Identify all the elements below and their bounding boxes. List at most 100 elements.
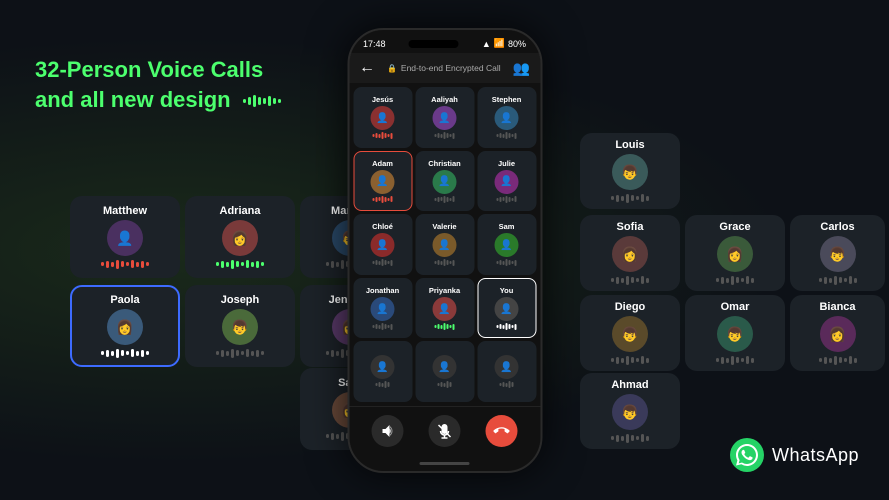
phone-card-more3: 👤 xyxy=(477,341,536,402)
phone-card-priyanka: Priyanka 👤 xyxy=(415,278,474,339)
card-grace: Grace 👩 xyxy=(685,215,785,291)
avatar-matthew: 👤 xyxy=(107,220,143,256)
phone-avatar-chloe: 👤 xyxy=(371,233,395,257)
card-paola: Paola 👩 xyxy=(70,285,180,367)
phone-wave-jonathan xyxy=(373,323,393,330)
card-adriana: Adriana 👩 xyxy=(185,196,295,278)
phone-card-chloe: Chloé 👤 xyxy=(353,214,412,275)
waveform-decoration-icon xyxy=(243,86,281,116)
card-joseph: Joseph 👦 xyxy=(185,285,295,367)
home-bar xyxy=(420,462,470,465)
phone-avatar-priyanka: 👤 xyxy=(433,297,457,321)
avatar-omar: 👦 xyxy=(717,316,753,352)
phone-avatar-jesus: 👤 xyxy=(371,106,395,130)
avatar-sofia: 👩 xyxy=(612,236,648,272)
card-omar: Omar 👦 xyxy=(685,295,785,371)
wave-omar xyxy=(710,355,760,365)
phone-card-jonathan: Jonathan 👤 xyxy=(353,278,412,339)
phone-avatar-julie: 👤 xyxy=(495,170,519,194)
phone-wave-priyanka xyxy=(435,323,455,330)
wave-ahmad xyxy=(605,433,655,443)
phone-notch xyxy=(409,40,459,48)
phone-avatar-more1: 👤 xyxy=(371,355,395,379)
card-carlos: Carlos 👦 xyxy=(790,215,885,291)
wave-adriana xyxy=(215,259,265,269)
avatar-diego: 👦 xyxy=(612,316,648,352)
phone-avatar-adam: 👤 xyxy=(371,170,395,194)
phone-status-icons: ▲ 📶 80% xyxy=(482,38,526,49)
phone-card-jesus: Jesús 👤 xyxy=(353,87,412,148)
phone-wave-more3 xyxy=(500,381,514,388)
card-matthew: Matthew 👤 xyxy=(70,196,180,278)
phone-wave-you xyxy=(497,323,517,330)
phone-card-you: You 👤 xyxy=(477,278,536,339)
phone-wave-adam xyxy=(373,196,393,203)
phone-card-stephen: Stephen 👤 xyxy=(477,87,536,148)
wave-diego xyxy=(605,355,655,365)
avatar-paola: 👩 xyxy=(107,309,143,345)
phone-avatar-you: 👤 xyxy=(495,297,519,321)
avatar-bianca: 👩 xyxy=(820,316,856,352)
avatar-joseph: 👦 xyxy=(222,309,258,345)
encrypted-label: 🔒 End-to-end Encrypted Call xyxy=(387,63,501,73)
wave-matthew xyxy=(100,259,150,269)
phone-card-sam: Sam 👤 xyxy=(477,214,536,275)
phone-avatar-more3: 👤 xyxy=(495,355,519,379)
phone-card-valerie: Valerie 👤 xyxy=(415,214,474,275)
phone-wave-sam xyxy=(497,259,517,266)
call-header: ← 🔒 End-to-end Encrypted Call 👥 xyxy=(349,53,540,83)
phone-wave-aaliyah xyxy=(435,132,455,139)
end-call-button[interactable] xyxy=(486,415,518,447)
card-ahmad: Ahmad 👦 xyxy=(580,373,680,449)
phone-wave-valerie xyxy=(435,259,455,266)
phone-time: 17:48 xyxy=(363,39,386,49)
phone-wave-chloe xyxy=(373,259,393,266)
avatar-grace: 👩 xyxy=(717,236,753,272)
avatar-ahmad: 👦 xyxy=(612,394,648,430)
speaker-button[interactable] xyxy=(372,415,404,447)
call-controls xyxy=(349,406,540,455)
headline-text: 32-Person Voice Calls and all new design xyxy=(35,55,281,116)
participants-icon[interactable]: 👥 xyxy=(513,60,530,77)
wave-grace xyxy=(710,275,760,285)
mute-button[interactable] xyxy=(429,415,461,447)
phone-card-julie: Julie 👤 xyxy=(477,151,536,212)
phone-wave-stephen xyxy=(497,132,517,139)
whatsapp-label: WhatsApp xyxy=(772,445,859,466)
phone-avatar-jonathan: 👤 xyxy=(371,297,395,321)
phone-mockup: 17:48 ▲ 📶 80% ← 🔒 End-to-end Encrypted C… xyxy=(347,28,542,473)
whatsapp-logo xyxy=(730,438,764,472)
wave-bianca xyxy=(813,355,863,365)
phone-participants-grid: Jesús 👤 Aaliyah 👤 Stephen 👤 Adam 👤 xyxy=(349,83,540,406)
phone-avatar-stephen: 👤 xyxy=(495,106,519,130)
signal-icon: ▲ xyxy=(482,39,491,49)
battery-icon: 80% xyxy=(508,39,526,49)
home-indicator xyxy=(349,455,540,471)
phone-wave-christian xyxy=(435,196,455,203)
back-button[interactable]: ← xyxy=(359,59,375,77)
phone-wave-more1 xyxy=(376,381,390,388)
phone-avatar-valerie: 👤 xyxy=(433,233,457,257)
wave-joseph xyxy=(215,348,265,358)
phone-wave-julie xyxy=(497,196,517,203)
wave-sofia xyxy=(605,275,655,285)
phone-status-bar: 17:48 ▲ 📶 80% xyxy=(349,30,540,53)
phone-avatar-aaliyah: 👤 xyxy=(433,106,457,130)
wave-carlos xyxy=(813,275,863,285)
lock-icon: 🔒 xyxy=(387,64,397,73)
whatsapp-branding: WhatsApp xyxy=(730,438,859,472)
phone-card-more1: 👤 xyxy=(353,341,412,402)
phone-wave-jesus xyxy=(373,132,393,139)
avatar-carlos: 👦 xyxy=(820,236,856,272)
card-sofia: Sofia 👩 xyxy=(580,215,680,291)
phone-card-aaliyah: Aaliyah 👤 xyxy=(415,87,474,148)
phone-avatar-more2: 👤 xyxy=(433,355,457,379)
wave-paola xyxy=(100,348,150,358)
phone-card-christian: Christian 👤 xyxy=(415,151,474,212)
avatar-adriana: 👩 xyxy=(222,220,258,256)
phone-card-more2: 👤 xyxy=(415,341,474,402)
card-bianca: Bianca 👩 xyxy=(790,295,885,371)
phone-wave-more2 xyxy=(438,381,452,388)
wave-louis xyxy=(605,193,655,203)
phone-avatar-christian: 👤 xyxy=(433,170,457,194)
